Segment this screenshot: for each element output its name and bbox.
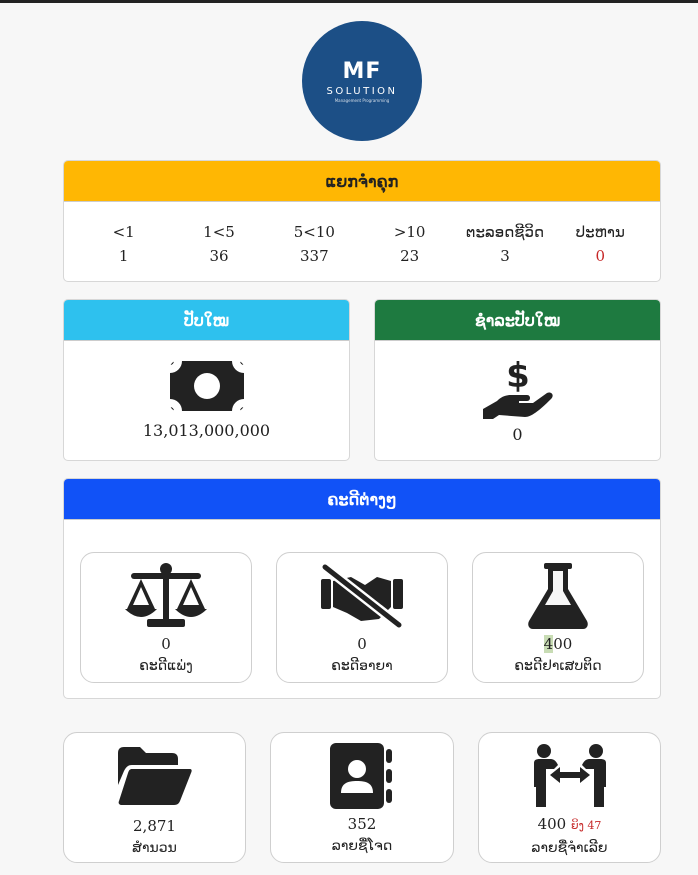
logo-text: SOLUTION — [326, 85, 398, 97]
criminal-case-value: 0 — [357, 635, 367, 653]
folder-open-icon — [117, 747, 192, 809]
female-count-badge: ຍິງ 47 — [571, 819, 602, 832]
case-files-value: 2,871 — [133, 817, 176, 835]
people-arrows-icon — [532, 743, 608, 813]
age-column: 1<5 36 — [171, 220, 266, 268]
plaintiffs-box[interactable]: 352 ລາຍຊື່ໂຈດ — [270, 732, 454, 863]
criminal-case-label: ຄະດີອາຍາ — [331, 658, 393, 674]
age-value: 3 — [500, 247, 510, 265]
fine-card-title: ປັບໃໝ — [64, 300, 349, 341]
civil-case-box[interactable]: 0 ຄະດີແພ່ງ — [80, 552, 252, 683]
drug-case-value-rest: 00 — [553, 635, 573, 653]
age-header: >10 — [393, 223, 426, 241]
defendants-label: ລາຍຊື່ຈຳເລີຍ — [531, 840, 608, 856]
defendants-box[interactable]: 400 ຍິງ 47 ລາຍຊື່ຈຳເລີຍ — [478, 732, 661, 863]
logo-subtext: Management Programming — [334, 97, 390, 103]
logo-mark: MF — [342, 58, 382, 84]
hand-holding-dollar-icon: $ — [481, 357, 555, 421]
defendants-count: 400 — [537, 815, 567, 833]
fine-value: 13,013,000,000 — [142, 421, 271, 440]
cases-card-title: ຄະດີຕ່າງໆ — [64, 479, 660, 520]
case-files-label: ສຳນວນ — [132, 840, 177, 856]
age-header: ຕະລອດຊີວິດ — [465, 223, 545, 241]
sentence-breakdown-table: <1 1 1<5 36 5<10 337 >10 23 ຕະລອດຊີວິດ 3 ປະຫາ… — [64, 220, 660, 268]
drug-case-label: ຄະດີຢາເສບຕິດ — [514, 658, 602, 674]
drug-case-value-prefix: 4 — [543, 635, 554, 653]
age-value: 1 — [118, 247, 129, 265]
age-header: <1 — [112, 223, 135, 241]
defendants-value: 400 ຍິງ 47 — [538, 813, 602, 837]
age-value: 337 — [300, 247, 329, 265]
civil-case-label: ຄະດີແພ່ງ — [139, 658, 193, 674]
age-column: <1 1 — [76, 220, 171, 268]
svg-text:$: $ — [506, 357, 530, 396]
age-header: ປະຫານ — [575, 223, 625, 241]
fine-card[interactable]: ປັບໃໝ 13,013,000,000 — [63, 299, 350, 461]
paid-fine-value: 0 — [512, 425, 523, 444]
age-value: 0 — [595, 247, 606, 265]
drug-case-box[interactable]: 400 ຄະດີຢາເສບຕິດ — [472, 552, 644, 683]
address-book-icon — [330, 743, 394, 813]
scale-balanced-icon — [125, 563, 207, 633]
handshake-slash-icon — [321, 563, 403, 633]
case-files-box[interactable]: 2,871 ສຳນວນ — [63, 732, 246, 863]
paid-fine-card[interactable]: ຊຳລະປັບໃໝ $ 0 — [374, 299, 661, 461]
age-header: 5<10 — [293, 223, 335, 241]
age-column: >10 23 — [362, 220, 457, 268]
age-header: 1<5 — [203, 223, 235, 241]
plaintiffs-label: ລາຍຊື່ໂຈດ — [331, 838, 393, 854]
flask-icon — [517, 563, 599, 633]
sentence-breakdown-title: ແຍກຈຳຄຸກ — [64, 161, 660, 202]
drug-case-value: 400 — [543, 633, 573, 655]
age-value: 36 — [209, 247, 229, 265]
plaintiffs-value: 352 — [347, 815, 377, 833]
age-column: ປະຫານ 0 — [553, 220, 648, 268]
money-bill-icon — [169, 361, 244, 411]
civil-case-value: 0 — [161, 635, 171, 653]
age-value: 23 — [400, 247, 420, 265]
age-column: 5<10 337 — [267, 220, 362, 268]
paid-fine-card-title: ຊຳລະປັບໃໝ — [375, 300, 660, 341]
criminal-case-box[interactable]: 0 ຄະດີອາຍາ — [276, 552, 448, 683]
age-column: ຕະລອດຊີວິດ 3 — [457, 220, 552, 268]
sentence-breakdown-card: ແຍກຈຳຄຸກ <1 1 1<5 36 5<10 337 >10 23 ຕະລອດຊີ… — [63, 160, 661, 282]
logo: MF SOLUTION Management Programming — [302, 21, 422, 141]
